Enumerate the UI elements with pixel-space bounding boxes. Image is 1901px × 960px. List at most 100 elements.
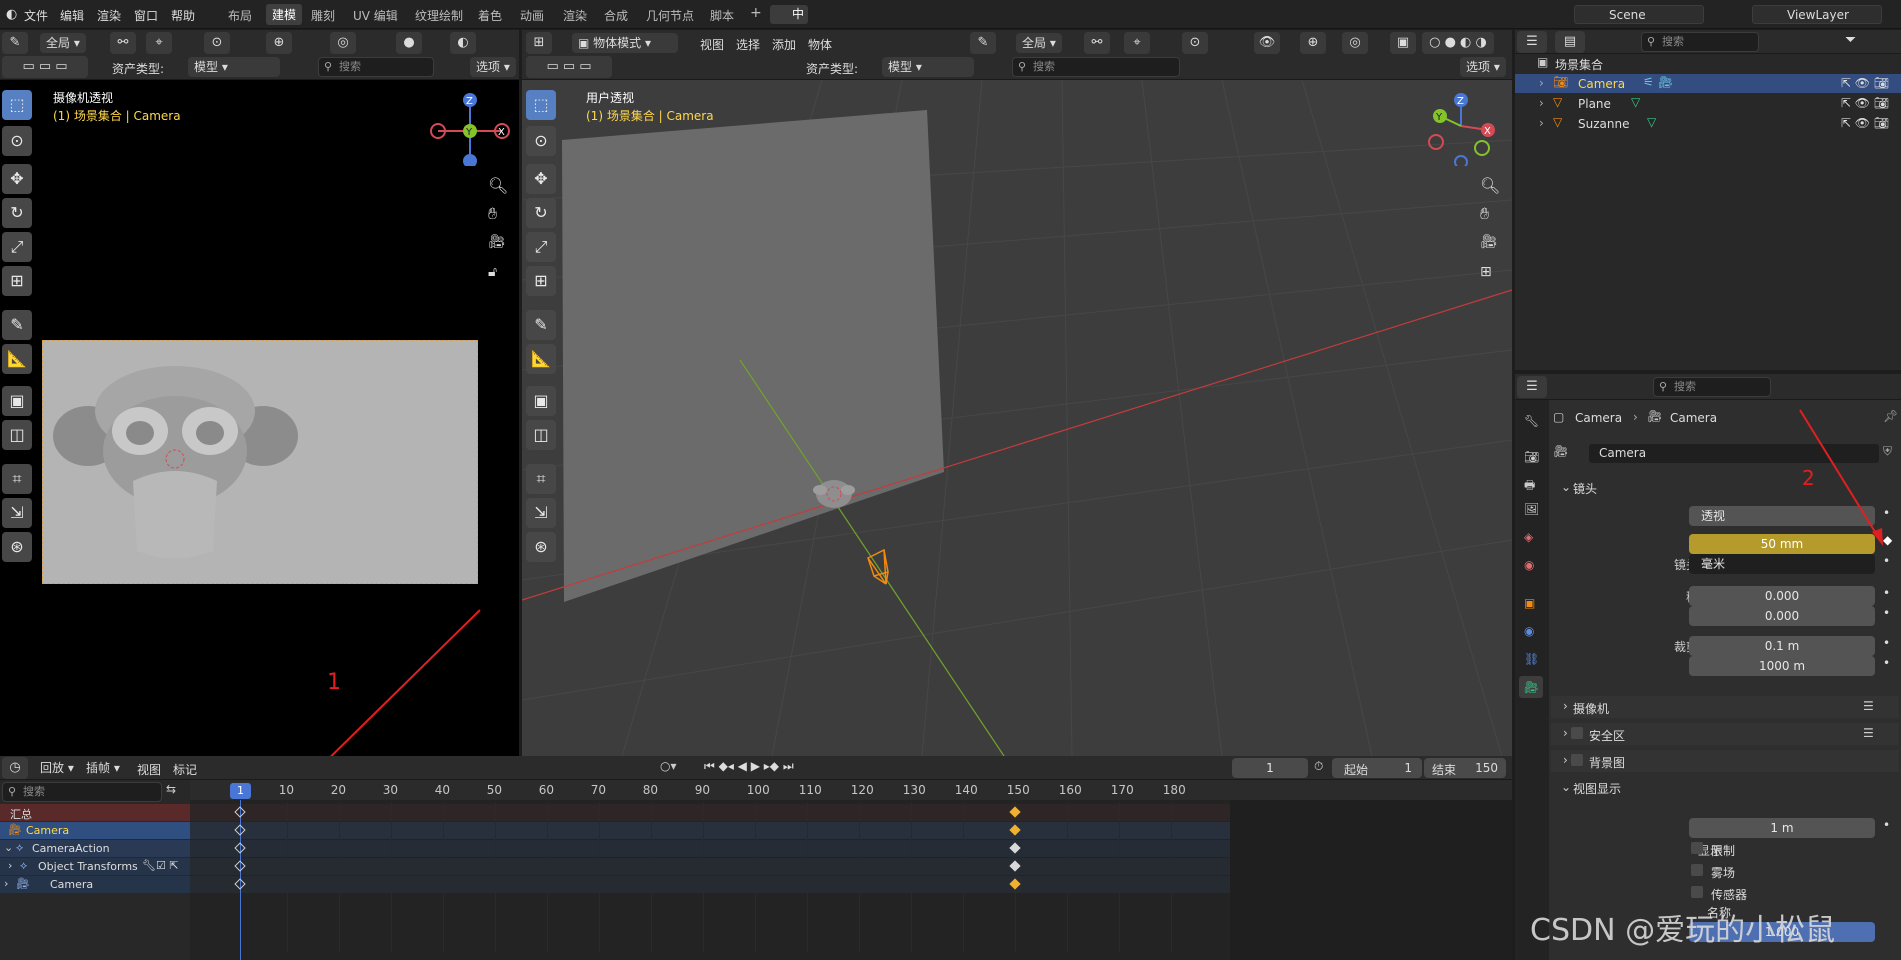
lens-section-header[interactable]: ⌄ 镜头 [1551, 476, 1899, 498]
shift-x-field[interactable]: 0.000 [1689, 586, 1875, 606]
mist-checkbox[interactable] [1691, 864, 1703, 876]
shear-tool-icon[interactable]: ⇲ [2, 498, 32, 528]
pin-icon[interactable]: 📌︎ [1883, 409, 1898, 423]
output-tab-icon[interactable]: 🖶︎ [1524, 476, 1535, 497]
clip-start-field[interactable]: 0.1 m [1689, 636, 1875, 656]
main-transform-orientation[interactable]: 全局 ▾ [1016, 33, 1062, 53]
tab-scripting[interactable]: 脚本 [710, 7, 734, 24]
safe-areas-checkbox[interactable] [1571, 727, 1583, 739]
main-shear-tool-icon[interactable]: ⇲ [526, 498, 556, 528]
properties-search-input[interactable]: 搜索 [1653, 377, 1771, 397]
main-cursor-tool-icon[interactable]: ⊙ [526, 126, 556, 156]
zoom-icon[interactable]: 🔍︎ [488, 176, 508, 195]
camera-view-icon[interactable]: 🎥︎ [488, 234, 506, 250]
limits-checkbox[interactable] [1691, 842, 1703, 854]
main-measure-tool-icon[interactable]: 📐 [526, 344, 556, 374]
scene-tab-icon[interactable]: ◈ [1524, 530, 1533, 544]
channel-search-input[interactable]: 搜索 [2, 782, 162, 802]
datablock-icon[interactable]: 🎥︎ [1553, 444, 1568, 458]
list-icon[interactable]: ☰ [1863, 726, 1874, 740]
main-proportional-icon[interactable]: ⊙ [1182, 32, 1208, 54]
left-search-input[interactable]: 搜索 [318, 57, 434, 77]
tab-sculpt[interactable]: 雕刻 [311, 7, 335, 24]
tab-layout[interactable]: 布局 [228, 7, 252, 24]
focal-length-field[interactable]: 50 mm [1689, 534, 1875, 554]
left-options-button[interactable]: 选项 ▾ [470, 57, 516, 77]
channel-camera-object[interactable]: 🎥︎ Camera [0, 822, 190, 839]
menu-file[interactable]: 文件 [24, 7, 48, 24]
main-add-cube-tool-icon[interactable]: ▣ [526, 386, 556, 416]
playback-controls[interactable]: ⏮ ◆◂ ◀ ▶ ▸◆ ⏭ [704, 759, 794, 774]
background-images-checkbox[interactable] [1571, 754, 1583, 766]
outliner-row-camera[interactable]: › 📷︎ Camera ⚟ 🎥︎ ⇱ 👁︎ 📷︎ [1515, 74, 1901, 93]
view-layer-selector[interactable]: ViewLayer [1752, 5, 1882, 24]
keyframe-diamond-icon[interactable]: ◆ [1883, 533, 1892, 547]
add-cube-tool-icon[interactable]: ▣ [2, 386, 32, 416]
main-search-input[interactable]: 搜索 [1012, 57, 1180, 77]
main-gizmo-icon[interactable]: ⊕ [1300, 32, 1326, 54]
main-3d-viewport[interactable]: ⬚ ⊙ ✥ ↻ ⤢ ⊞ ✎ 📐 ▣ ◫ ⌗ ⇲ ⊛ 用户透视 (1) 场景集合 … [522, 80, 1512, 756]
keyframe-dot-icon[interactable]: • [1883, 636, 1890, 650]
main-add-object-tool-icon[interactable]: ◫ [526, 420, 556, 450]
viewport-gizmo-icon[interactable]: ⊕ [266, 32, 292, 54]
main-select-box-tool-icon[interactable]: ⬚ [526, 90, 556, 120]
main-zoom-icon[interactable]: 🔍︎ [1480, 176, 1500, 195]
tab-compositing[interactable]: 合成 [604, 7, 628, 24]
row-visibility-icons[interactable]: ⇱ 👁︎ 📷︎ [1841, 116, 1889, 130]
main-asset-type-select[interactable]: 模型 ▾ [882, 57, 974, 77]
keyframe-dot-icon[interactable]: • [1883, 506, 1890, 520]
view-layer-tab-icon[interactable]: 🖼︎ [1524, 502, 1539, 516]
chevron-down-icon[interactable]: ⌄ [4, 841, 13, 854]
start-frame-field[interactable]: 起始 1 [1332, 758, 1422, 778]
outliner-row-suzanne[interactable]: › ▽ Suzanne ▽ ⇱ 👁︎ 📷︎ [1515, 114, 1901, 133]
select-box-tool-icon[interactable]: ⬚ [2, 90, 32, 120]
rip-tool-icon[interactable]: ⊛ [2, 532, 32, 562]
world-tab-icon[interactable]: ◉ [1524, 558, 1534, 572]
keyframe-dot-icon[interactable]: • [1883, 586, 1890, 600]
frame-ruler[interactable]: 10 20 30 40 50 60 70 80 90 100 110 120 130 140 150 160 1… [190, 780, 1512, 800]
object-tab-icon[interactable]: ▣ [1524, 596, 1535, 610]
list-icon[interactable]: ☰ [1863, 699, 1874, 713]
menu-help[interactable]: 帮助 [171, 7, 195, 24]
transform-orientation[interactable]: 全局 ▾ [40, 33, 86, 53]
timeline-editor-icon[interactable]: ◷ [2, 757, 28, 779]
main-move-tool-icon[interactable]: ✥ [526, 164, 556, 194]
main-select-mode-icons[interactable]: ▭ ▭ ▭ [526, 56, 612, 78]
timeline-view-menu[interactable]: 视图 [137, 761, 161, 778]
menu-render[interactable]: 渲染 [97, 7, 121, 24]
sensor-checkbox[interactable] [1691, 886, 1703, 898]
menu-add[interactable]: 添加 [772, 36, 796, 53]
safe-areas-section-header[interactable]: › 安全区 ☰ [1551, 723, 1899, 745]
add-workspace-button[interactable]: + [750, 5, 762, 21]
main-transform-tool-icon[interactable]: ⊞ [526, 266, 556, 296]
filter-icon[interactable]: ⏷ [1845, 32, 1856, 48]
tab-modeling[interactable]: 建模 [266, 4, 303, 25]
main-snap-icon[interactable]: ⌖ [1124, 32, 1150, 54]
expand-arrow-icon[interactable]: › [1539, 96, 1544, 110]
snap-icon[interactable]: ⌖ [146, 32, 172, 54]
current-frame-field[interactable]: 1 [1232, 758, 1308, 778]
scene-selector[interactable]: Scene [1574, 5, 1704, 24]
shading-material-icon[interactable]: ◐ [450, 32, 476, 54]
channel-toggle-icons[interactable]: 🔧︎☑ ⇱ [142, 859, 179, 872]
tab-rendering[interactable]: 渲染 [563, 7, 587, 24]
main-options-button[interactable]: 选项 ▾ [1460, 57, 1506, 77]
background-images-section-header[interactable]: › 背景图 [1551, 750, 1899, 772]
camera-data-tab-icon[interactable]: 🎥︎ [1519, 676, 1543, 698]
row-visibility-icons[interactable]: ⇱ 👁︎ 📷︎ [1841, 96, 1889, 110]
outliner-row-plane[interactable]: › ▽ Plane ▽ ⇱ 👁︎ 📷︎ [1515, 94, 1901, 113]
properties-editor-icon[interactable]: ☰ [1517, 376, 1547, 398]
main-rip-tool-icon[interactable]: ⊛ [526, 532, 556, 562]
proportional-edit-icon[interactable]: ⊙ [204, 32, 230, 54]
editor-type-icon[interactable]: ⊞ [526, 32, 552, 54]
menu-view[interactable]: 视图 [700, 36, 724, 53]
stopwatch-icon[interactable]: ⏱︎ [1314, 759, 1323, 774]
measure-tool-icon[interactable]: 📐 [2, 344, 32, 374]
tab-texture-paint[interactable]: 纹理绘制 [415, 7, 463, 24]
main-overlay-icon[interactable]: ◎ [1342, 32, 1368, 54]
lens-unit-select[interactable]: 毫米 [1689, 554, 1875, 574]
blender-logo-icon[interactable]: ◐ [6, 7, 17, 22]
tab-uv-editing[interactable]: UV 编辑 [353, 7, 398, 24]
main-align-tool-icon[interactable]: ⌗ [526, 464, 556, 494]
pen-tool-icon[interactable]: ✎ [2, 32, 28, 54]
